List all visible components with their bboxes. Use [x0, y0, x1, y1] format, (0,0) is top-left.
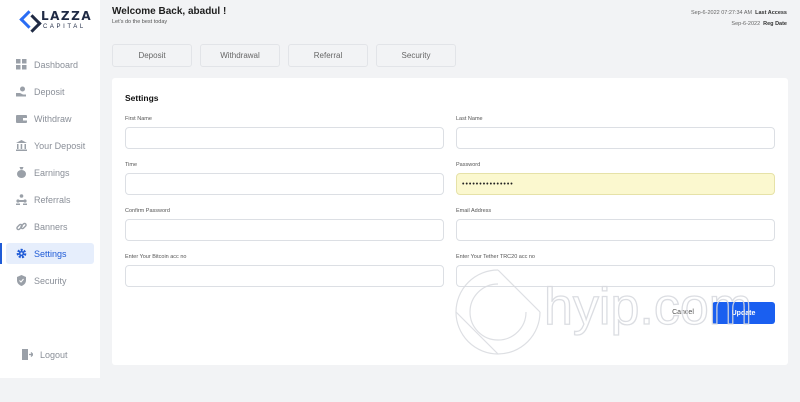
- bank-icon: [16, 140, 27, 151]
- sidebar-item-settings[interactable]: Settings: [0, 243, 94, 264]
- tab-withdrawal[interactable]: Withdrawal: [200, 44, 280, 67]
- time-label: Time: [125, 162, 138, 168]
- sidebar-item-earnings[interactable]: Earnings: [6, 162, 94, 183]
- sidebar-item-label: Logout: [40, 349, 68, 360]
- last-access-value: Sep-6-2022 07:27:34 AM: [690, 10, 753, 16]
- shield-icon: [16, 275, 27, 286]
- reg-date-label: Reg Date: [763, 21, 787, 27]
- wallet-icon: [16, 113, 27, 124]
- tab-deposit[interactable]: Deposit: [112, 44, 192, 67]
- reg-date-value: Sep-6-2022: [731, 21, 761, 27]
- users-icon: [16, 194, 27, 205]
- sidebar-item-security[interactable]: Security: [6, 270, 94, 291]
- settings-tabs: Deposit Withdrawal Referral Security: [112, 44, 456, 67]
- sidebar-item-label: Referrals: [34, 194, 71, 205]
- page-header: Welcome Back, abadul ! Let's do the best…: [112, 6, 792, 30]
- sidebar-item-label: Earnings: [34, 167, 70, 178]
- password-label: Password: [456, 162, 481, 168]
- sidebar-item-label: Withdraw: [34, 113, 72, 124]
- bitcoin-account-field[interactable]: [125, 265, 444, 287]
- sidebar-item-your-deposit[interactable]: Your Deposit: [6, 135, 94, 156]
- logout-icon: [22, 349, 33, 360]
- email-field[interactable]: [456, 219, 775, 241]
- sidebar-item-label: Your Deposit: [34, 140, 86, 151]
- gear-icon: [16, 248, 27, 259]
- sidebar-item-withdraw[interactable]: Withdraw: [6, 108, 94, 129]
- sidebar-item-deposit[interactable]: Deposit: [6, 81, 94, 102]
- tether-label: Enter Your Tether TRC20 acc no: [456, 254, 535, 260]
- password-field[interactable]: [456, 173, 775, 195]
- cancel-button[interactable]: Cancel: [670, 304, 696, 320]
- tab-security[interactable]: Security: [376, 44, 456, 67]
- account-access-info: Sep-6-2022 07:27:34 AM Last Access Sep-6-…: [691, 8, 787, 30]
- time-field[interactable]: [125, 173, 444, 195]
- last-name-field[interactable]: [456, 127, 775, 149]
- last-access-label: Last Access: [755, 10, 787, 16]
- logo-mark-icon: [20, 11, 38, 29]
- tether-account-field[interactable]: [456, 265, 775, 287]
- sidebar-item-referrals[interactable]: Referrals: [6, 189, 94, 210]
- confirm-password-label: Confirm Password: [125, 208, 170, 214]
- brand-logo[interactable]: LAZZA CAPITAL: [20, 10, 92, 30]
- tab-referral[interactable]: Referral: [288, 44, 368, 67]
- sidebar-item-label: Deposit: [34, 86, 65, 97]
- bitcoin-label: Enter Your Bitcoin acc no: [125, 254, 187, 260]
- sidebar-item-label: Banners: [34, 221, 68, 232]
- grid-icon: [16, 59, 27, 70]
- email-label: Email Address: [456, 208, 492, 214]
- sidebar-item-dashboard[interactable]: Dashboard: [6, 54, 94, 75]
- first-name-field[interactable]: [125, 127, 444, 149]
- sidebar-nav: Dashboard Deposit Withdraw Your Deposit …: [0, 54, 100, 297]
- sidebar-item-label: Dashboard: [34, 59, 79, 70]
- sidebar: LAZZA CAPITAL Dashboard Deposit Withdraw: [0, 0, 100, 378]
- confirm-password-field[interactable]: [125, 219, 444, 241]
- sidebar-item-label: Settings: [34, 248, 67, 259]
- brand-sub: CAPITAL: [43, 24, 86, 30]
- first-name-label: First Name: [125, 116, 152, 122]
- money-bag-icon: [16, 167, 27, 178]
- settings-title: Settings: [125, 93, 159, 103]
- sidebar-item-logout[interactable]: Logout: [12, 344, 100, 365]
- settings-card: Settings First Name Last Name Time Passw…: [112, 78, 788, 365]
- link-icon: [16, 221, 27, 232]
- sidebar-item-label: Security: [34, 275, 67, 286]
- brand-name: LAZZA: [41, 9, 93, 23]
- hand-coin-icon: [16, 86, 27, 97]
- active-indicator: [0, 243, 2, 264]
- sidebar-item-banners[interactable]: Banners: [6, 216, 94, 237]
- last-name-label: Last Name: [456, 116, 483, 122]
- update-button[interactable]: Update: [712, 302, 775, 324]
